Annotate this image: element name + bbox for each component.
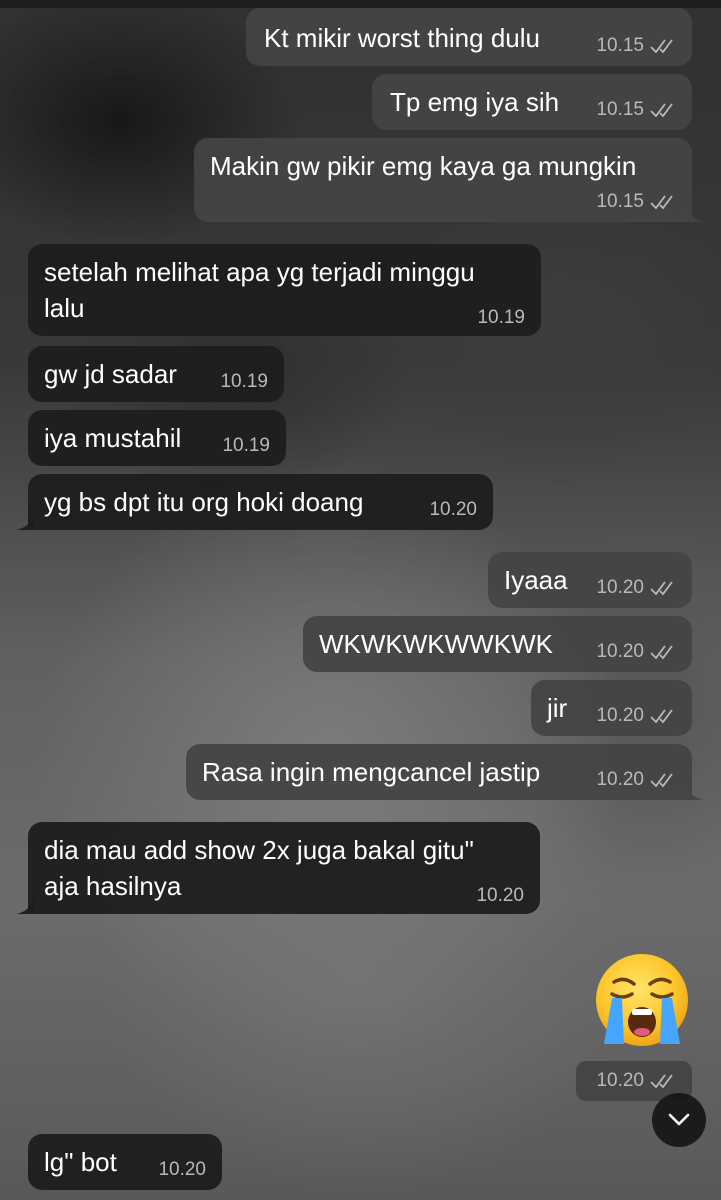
message-bubble-outgoing[interactable]: Kt mikir worst thing dulu 10.15 xyxy=(246,8,692,66)
message-time: 10.19 xyxy=(222,435,270,456)
message-text-line2: lalu xyxy=(44,293,85,323)
message-bubble-incoming[interactable]: setelah melihat apa yg terjadi minggu la… xyxy=(28,244,541,336)
double-check-icon xyxy=(650,38,678,54)
message-text: gw jd sadar xyxy=(44,359,177,389)
message-time: 10.15 xyxy=(596,99,644,120)
message-text: lg" bot xyxy=(44,1147,117,1177)
message-text: Iyaaa xyxy=(504,565,568,595)
message-text: Makin gw pikir emg kaya ga mungkin xyxy=(210,151,637,181)
message-bubble-incoming[interactable]: lg" bot 10.20 xyxy=(28,1134,222,1190)
message-time: 10.20 xyxy=(596,769,644,790)
bubble-tail xyxy=(16,896,34,914)
message-text: Tp emg iya sih xyxy=(390,87,560,117)
message-meta: 10.20 xyxy=(596,770,678,790)
chevron-down-icon xyxy=(668,1113,690,1126)
bubble-tail xyxy=(686,782,704,800)
message-bubble-outgoing[interactable]: Rasa ingin mengcancel jastip 10.20 xyxy=(186,744,692,800)
double-check-icon xyxy=(650,194,678,210)
message-bubble-incoming[interactable]: dia mau add show 2x juga bakal gitu" aja… xyxy=(28,822,540,914)
message-text-line1: dia mau add show 2x juga bakal gitu" xyxy=(44,835,474,865)
message-time: 10.15 xyxy=(596,35,644,56)
message-time: 10.15 xyxy=(596,191,644,212)
message-text: iya mustahil xyxy=(44,423,182,453)
double-check-icon xyxy=(650,644,678,660)
bubble-tail xyxy=(686,204,704,222)
message-bubble-outgoing[interactable]: WKWKWKWWKWK 10.20 xyxy=(303,616,692,672)
message-text: WKWKWKWWKWK xyxy=(319,629,553,659)
message-text: Kt mikir worst thing dulu xyxy=(264,23,540,53)
message-time: 10.19 xyxy=(477,307,525,328)
message-bubble-outgoing[interactable]: Makin gw pikir emg kaya ga mungkin 10.15 xyxy=(194,138,692,222)
message-meta: 10.15 xyxy=(596,36,678,56)
message-bubble-outgoing[interactable]: Iyaaa 10.20 xyxy=(488,552,692,608)
message-text: jir xyxy=(547,693,568,723)
message-time: 10.20 xyxy=(429,499,477,520)
scroll-to-bottom-button[interactable] xyxy=(652,1093,706,1147)
message-bubble-outgoing[interactable]: jir 10.20 xyxy=(531,680,692,736)
message-text-line2: aja hasilnya xyxy=(44,871,182,901)
message-bubble-incoming[interactable]: gw jd sadar 10.19 xyxy=(28,346,284,402)
double-check-icon xyxy=(650,102,678,118)
message-meta: 10.15 xyxy=(596,192,678,212)
message-text-line1: setelah melihat apa yg terjadi minggu xyxy=(44,257,475,287)
message-meta: 10.20 xyxy=(596,706,678,726)
double-check-icon xyxy=(650,772,678,788)
message-text: yg bs dpt itu org hoki doang xyxy=(44,487,364,517)
message-meta: 10.15 xyxy=(596,100,678,120)
message-time: 10.20 xyxy=(596,641,644,662)
message-time: 10.20 xyxy=(476,885,524,906)
message-time: 10.20 xyxy=(596,705,644,726)
message-meta: 10.20 xyxy=(596,642,678,662)
message-time: 10.20 xyxy=(158,1159,206,1180)
message-bubble-outgoing[interactable]: Tp emg iya sih 10.15 xyxy=(372,74,692,130)
message-meta: 10.20 xyxy=(596,1071,678,1091)
bubble-tail xyxy=(16,512,34,530)
message-time: 10.19 xyxy=(220,371,268,392)
message-text: Rasa ingin mengcancel jastip xyxy=(202,757,541,787)
double-check-icon xyxy=(650,708,678,724)
message-bubble-incoming[interactable]: yg bs dpt itu org hoki doang 10.20 xyxy=(28,474,493,530)
message-meta: 10.20 xyxy=(596,578,678,598)
loudly-crying-face-emoji[interactable] xyxy=(594,952,690,1048)
message-bubble-incoming[interactable]: iya mustahil 10.19 xyxy=(28,410,286,466)
top-strip xyxy=(0,0,721,8)
message-time: 10.20 xyxy=(596,577,644,598)
double-check-icon xyxy=(650,1073,678,1089)
message-time: 10.20 xyxy=(596,1070,644,1091)
double-check-icon xyxy=(650,580,678,596)
